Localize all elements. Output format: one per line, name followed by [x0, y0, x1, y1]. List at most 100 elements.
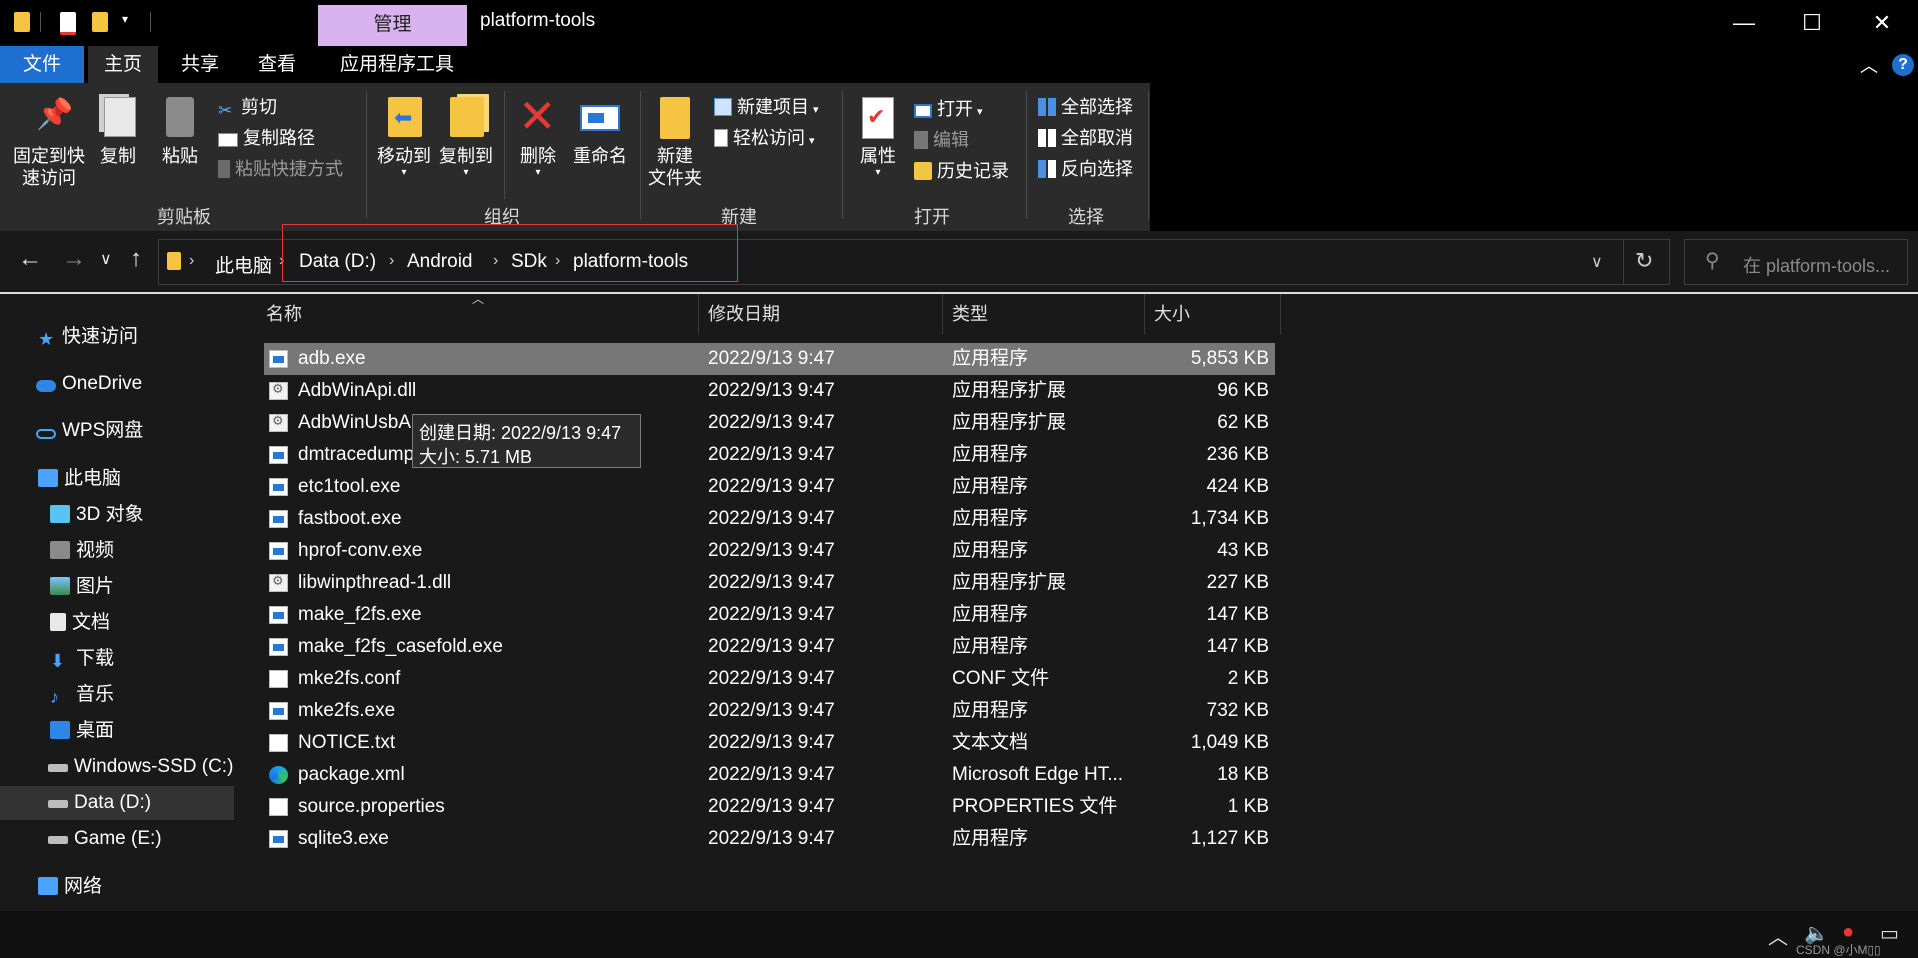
nav-network[interactable]: 网络 — [38, 870, 102, 904]
file-row[interactable]: adb.exe 2022/9/13 9:47 应用程序 5,853 KB — [264, 343, 1275, 375]
maximize-button[interactable]: ☐ — [1784, 6, 1840, 40]
properties-button[interactable]: 属性 ▾ — [850, 145, 906, 179]
sort-up-chevron-icon: ︿ — [472, 292, 485, 306]
collapse-ribbon-icon[interactable]: ︿ — [1860, 52, 1878, 78]
column-separator[interactable] — [1144, 294, 1145, 334]
file-type: 应用程序 — [952, 828, 1029, 849]
new-folder-quick-icon[interactable] — [92, 12, 108, 32]
file-row[interactable]: sqlite3.exe 2022/9/13 9:47 应用程序 1,127 KB — [264, 823, 1275, 855]
copy-button[interactable]: 复制 — [96, 145, 140, 167]
file-type: 应用程序 — [952, 636, 1029, 657]
properties-quick-icon[interactable] — [60, 12, 76, 35]
file-row[interactable]: make_f2fs.exe 2022/9/13 9:47 应用程序 147 KB — [264, 599, 1275, 631]
select-all-button[interactable]: 全部选择 — [1038, 93, 1133, 119]
nav-wps[interactable]: WPS网盘 — [36, 414, 143, 448]
cube-icon — [50, 505, 70, 523]
column-header-modified[interactable]: 修改日期 — [708, 296, 780, 332]
new-item-button[interactable]: 新建项目 ▾ — [714, 93, 819, 119]
column-separator[interactable] — [698, 294, 699, 334]
nav-desktop[interactable]: 桌面 — [50, 714, 114, 748]
nav-downloads[interactable]: ⬇ 下载 — [50, 642, 114, 676]
file-modified-date: 2022/9/13 9:47 — [708, 572, 835, 593]
column-header-size[interactable]: 大小 — [1154, 296, 1190, 332]
nav-this-pc-label: 此电脑 — [64, 468, 122, 489]
edit-button[interactable]: 编辑 — [914, 126, 969, 152]
history-button[interactable]: 历史记录 — [914, 157, 1009, 183]
copy-path-label: 复制路径 — [243, 128, 315, 148]
easy-access-button[interactable]: 轻松访问 ▾ — [714, 124, 815, 150]
paste-button[interactable]: 粘贴 — [158, 145, 202, 167]
nav-drive-e[interactable]: Game (E:) — [48, 822, 162, 856]
address-dropdown-chevron-icon[interactable]: ∨ — [1591, 252, 1603, 272]
folder-icon — [14, 12, 30, 32]
tab-home[interactable]: 主页 — [88, 46, 158, 83]
tray-chevron-up-icon[interactable]: ︿ — [1768, 921, 1788, 950]
forward-arrow-icon[interactable]: → — [62, 245, 86, 273]
nav-drive-d-label: Data (D:) — [74, 792, 152, 813]
nav-music[interactable]: ♪ 音乐 — [50, 678, 114, 712]
pin-to-quick-access-button[interactable]: 固定到快 速访问 — [6, 145, 92, 189]
column-header-type[interactable]: 类型 — [952, 296, 988, 332]
nav-drive-d[interactable]: Data (D:) — [0, 786, 234, 820]
tab-view[interactable]: 查看 — [240, 46, 314, 83]
nav-drive-c[interactable]: Windows-SSD (C:) — [48, 750, 233, 784]
file-row[interactable]: mke2fs.conf 2022/9/13 9:47 CONF 文件 2 KB — [264, 663, 1275, 695]
nav-videos[interactable]: 视频 — [50, 534, 114, 568]
copy-to-button[interactable]: 复制到 ▾ — [434, 145, 498, 179]
tab-share[interactable]: 共享 — [162, 46, 238, 83]
file-name: hprof-conv.exe — [298, 540, 423, 561]
column-separator[interactable] — [1280, 294, 1281, 334]
exe-icon — [269, 702, 288, 720]
nav-quick-access[interactable]: ★ 快速访问 — [38, 320, 138, 354]
file-row[interactable]: package.xml 2022/9/13 9:47 Microsoft Edge … — [264, 759, 1275, 791]
rename-button[interactable]: 重命名 — [566, 145, 634, 167]
dll-icon — [269, 381, 288, 400]
file-row[interactable]: etc1tool.exe 2022/9/13 9:47 应用程序 424 KB — [264, 471, 1275, 503]
file-name: make_f2fs.exe — [298, 604, 422, 625]
file-modified-date: 2022/9/13 9:47 — [708, 828, 835, 849]
new-folder-button[interactable]: 新建 文件夹 — [642, 145, 708, 189]
up-arrow-icon[interactable]: ↑ — [130, 245, 142, 273]
search-box[interactable]: ⚲ 在 platform-tools... — [1684, 239, 1908, 285]
quick-access-dropdown-icon[interactable]: ▾ — [122, 12, 128, 26]
easy-access-label: 轻松访问 — [733, 128, 805, 148]
tab-manage-context[interactable]: 管理 — [318, 5, 467, 46]
column-separator[interactable] — [942, 294, 943, 334]
nav-onedrive[interactable]: OneDrive — [36, 367, 142, 401]
notification-icon[interactable]: ▭ — [1880, 921, 1899, 946]
recent-locations-chevron-icon[interactable]: ∨ — [100, 249, 112, 269]
help-icon[interactable]: ? — [1892, 54, 1914, 76]
delete-button[interactable]: 删除 ▾ — [510, 145, 566, 179]
breadcrumb-chevron-icon[interactable]: › — [189, 252, 194, 270]
copy-path-button[interactable]: 复制路径 — [218, 124, 315, 150]
column-header-name[interactable]: 名称 — [266, 296, 302, 332]
cut-button[interactable]: ✂ 剪切 — [218, 93, 277, 120]
nav-documents[interactable]: 文档 — [50, 606, 110, 640]
file-row[interactable]: hprof-conv.exe 2022/9/13 9:47 应用程序 43 KB — [264, 535, 1275, 567]
tab-file[interactable]: 文件 — [0, 46, 84, 83]
select-none-button[interactable]: 全部取消 — [1038, 124, 1133, 150]
file-size: 732 KB — [1206, 700, 1269, 721]
file-row[interactable]: NOTICE.txt 2022/9/13 9:47 文本文档 1,049 KB — [264, 727, 1275, 759]
nav-this-pc[interactable]: 此电脑 — [38, 462, 121, 496]
nav-pictures[interactable]: 图片 — [50, 570, 114, 604]
file-row[interactable]: libwinpthread-1.dll 2022/9/13 9:47 应用程序扩展 2… — [264, 567, 1275, 599]
file-row[interactable]: mke2fs.exe 2022/9/13 9:47 应用程序 732 KB — [264, 695, 1275, 727]
back-arrow-icon[interactable]: ← — [18, 245, 42, 273]
nav-3d-objects[interactable]: 3D 对象 — [50, 498, 144, 532]
breadcrumb-this-pc[interactable]: 此电脑 — [215, 251, 272, 278]
file-row[interactable]: fastboot.exe 2022/9/13 9:47 应用程序 1,734 KB — [264, 503, 1275, 535]
tab-app-tools[interactable]: 应用程序工具 — [322, 46, 472, 83]
chevron-down-icon: ▾ — [535, 167, 541, 178]
file-row[interactable]: source.properties 2022/9/13 9:47 PROPERTIE… — [264, 791, 1275, 823]
file-row[interactable]: make_f2fs_casefold.exe 2022/9/13 9:47 应用程序… — [264, 631, 1275, 663]
open-button[interactable]: 打开 ▾ — [914, 95, 983, 121]
paste-shortcut-button[interactable]: 粘贴快捷方式 — [218, 155, 343, 181]
close-button[interactable]: ✕ — [1854, 6, 1910, 40]
pin-label-line2: 速访问 — [22, 168, 76, 188]
move-to-button[interactable]: 移动到 ▾ — [372, 145, 436, 179]
file-row[interactable]: AdbWinApi.dll 2022/9/13 9:47 应用程序扩展 96 KB — [264, 375, 1275, 407]
refresh-icon[interactable]: ↻ — [1635, 248, 1653, 274]
invert-selection-button[interactable]: 反向选择 — [1038, 155, 1133, 181]
minimize-button[interactable]: — — [1716, 6, 1772, 40]
